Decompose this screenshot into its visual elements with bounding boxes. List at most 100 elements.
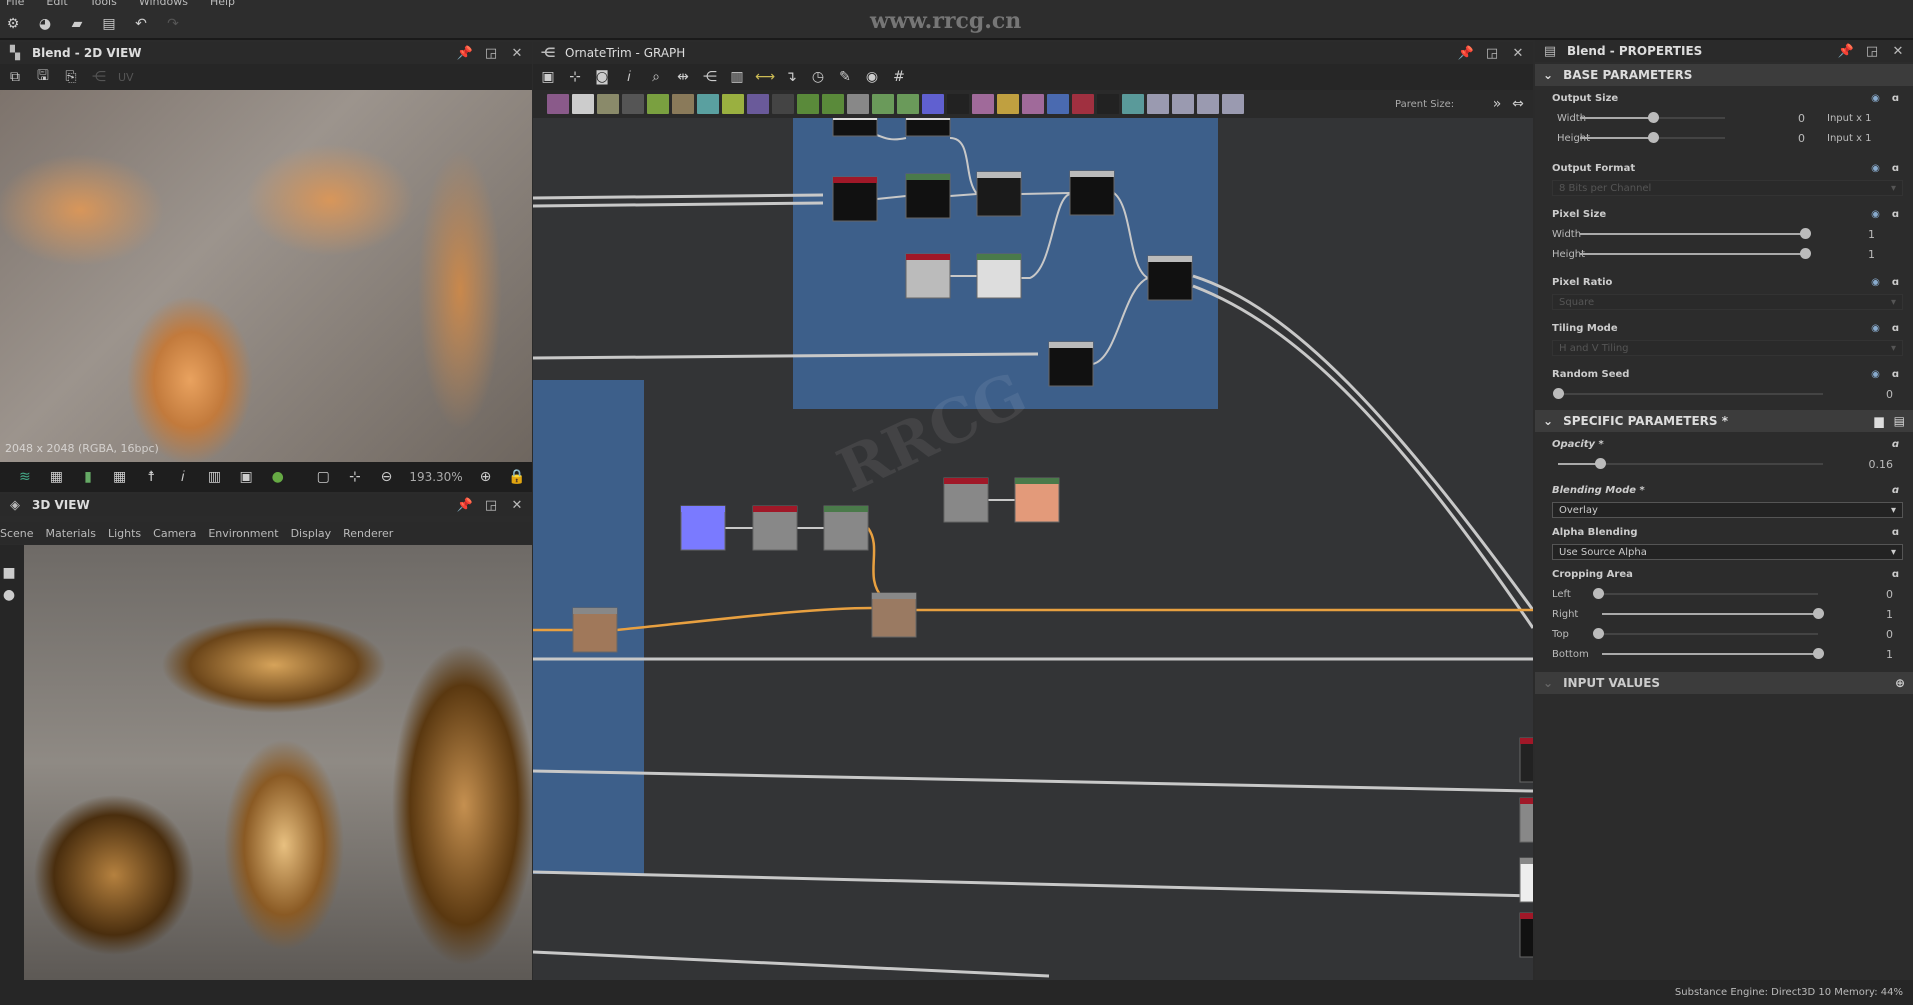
pin-icon[interactable]: 📌	[1837, 44, 1855, 59]
graph-node[interactable]	[1519, 912, 1533, 958]
new-substance-icon[interactable]: ⚙	[4, 16, 22, 32]
reset-view-icon[interactable]: ⊹	[566, 69, 584, 85]
pixel-width-value[interactable]: 1	[1805, 228, 1875, 241]
node-library-button[interactable]	[947, 94, 969, 114]
node-library-button[interactable]	[647, 94, 669, 114]
graph-node[interactable]	[943, 477, 989, 523]
graph-node[interactable]	[680, 505, 726, 551]
screenshot-icon[interactable]: ◙	[593, 69, 611, 85]
layout-icon[interactable]: ▥	[728, 69, 746, 85]
zoom-level[interactable]: 193.30%	[409, 470, 462, 484]
add-icon[interactable]: ⊕	[1895, 676, 1905, 690]
menu-file[interactable]: File	[6, 0, 24, 10]
graph-node[interactable]	[871, 592, 917, 638]
preset-icon[interactable]: ▆	[1874, 414, 1883, 428]
zoom-out-icon[interactable]: ⊖	[378, 469, 396, 485]
function-icon[interactable]: ɑ	[1892, 439, 1899, 450]
function-icon[interactable]: ɑ	[1892, 369, 1899, 380]
pixel-width-slider[interactable]	[1580, 228, 1811, 239]
node-library-button[interactable]	[1197, 94, 1219, 114]
node-library-button[interactable]	[872, 94, 894, 114]
lock-icon[interactable]: 🔒	[508, 469, 526, 485]
tools-icon[interactable]: ✎	[836, 69, 854, 85]
node-library-button[interactable]	[772, 94, 794, 114]
crop-right-value[interactable]: 1	[1818, 608, 1893, 621]
expand-icon[interactable]: »	[1488, 96, 1506, 112]
alpha-blending-dropdown[interactable]: Use Source Alpha ▾	[1552, 544, 1903, 560]
inheritance-icon[interactable]: ◉	[1871, 93, 1880, 104]
base-parameters-section[interactable]: ⌄ BASE PARAMETERS	[1535, 64, 1913, 86]
node-library-button[interactable]	[1122, 94, 1144, 114]
node-library-button[interactable]	[697, 94, 719, 114]
graph-node[interactable]	[752, 505, 798, 551]
node-library-button[interactable]	[922, 94, 944, 114]
node-library-button[interactable]	[997, 94, 1019, 114]
search-icon[interactable]: ⌕	[647, 69, 665, 85]
view3d-canvas[interactable]	[24, 545, 532, 980]
graph-node[interactable]	[905, 173, 951, 219]
pin-icon[interactable]: 📌	[456, 46, 474, 61]
crop-right-slider[interactable]	[1602, 608, 1824, 619]
menu-windows[interactable]: Windows	[139, 0, 188, 10]
graph-node[interactable]	[1519, 857, 1533, 903]
info-icon[interactable]: 𝑖	[620, 69, 638, 85]
new-package-icon[interactable]: ◕	[36, 16, 54, 32]
node-library-button[interactable]	[972, 94, 994, 114]
link-nodes-icon[interactable]: ⇔	[1509, 96, 1527, 112]
menu-camera[interactable]: Camera	[153, 527, 196, 540]
close-icon[interactable]: ✕	[508, 46, 526, 61]
menu-renderer[interactable]: Renderer	[343, 527, 393, 540]
function-icon[interactable]: ɑ	[1892, 485, 1899, 496]
float-icon[interactable]: ◲	[482, 46, 500, 61]
view2d-canvas[interactable]: 2048 x 2048 (RGBA, 16bpc)	[0, 90, 532, 462]
function-icon[interactable]: ɑ	[1892, 93, 1899, 104]
node-library-button[interactable]	[1147, 94, 1169, 114]
graph-node[interactable]	[1048, 341, 1094, 387]
node-library-button[interactable]	[572, 94, 594, 114]
zoom-in-icon[interactable]: ⊕	[477, 469, 495, 485]
crop-left-value[interactable]: 0	[1818, 588, 1893, 601]
display-icon[interactable]: ▣	[237, 469, 255, 485]
export-icon[interactable]: ⎘	[62, 69, 80, 85]
function-icon[interactable]: ɑ	[1892, 323, 1899, 334]
tree-icon[interactable]: ⋲	[701, 69, 719, 85]
pixel-ratio-dropdown[interactable]: Square ▾	[1552, 294, 1903, 310]
menu-tools[interactable]: Tools	[90, 0, 117, 10]
color-icon[interactable]: ●	[269, 469, 287, 485]
float-icon[interactable]: ◲	[482, 498, 500, 513]
tiling-mode-dropdown[interactable]: H and V Tiling ▾	[1552, 340, 1903, 356]
redo-icon[interactable]: ↷	[164, 16, 182, 32]
input-values-section[interactable]: ⌄ INPUT VALUES ⊕	[1535, 672, 1913, 694]
graph-node[interactable]	[823, 505, 869, 551]
node-library-button[interactable]	[897, 94, 919, 114]
node-library-button[interactable]	[597, 94, 619, 114]
fit-icon[interactable]: ▢	[314, 469, 332, 485]
node-library-button[interactable]	[847, 94, 869, 114]
pin-icon[interactable]: 📌	[456, 498, 474, 513]
node-library-button[interactable]	[547, 94, 569, 114]
menu-lights[interactable]: Lights	[108, 527, 141, 540]
reset-zoom-icon[interactable]: ⊹	[346, 469, 364, 485]
connector-icon[interactable]: ↴	[782, 69, 800, 85]
node-library-button[interactable]	[1097, 94, 1119, 114]
node-library-button[interactable]	[622, 94, 644, 114]
share-icon[interactable]: ⋲	[90, 69, 108, 85]
pixel-height-value[interactable]: 1	[1805, 248, 1875, 261]
node-library-button[interactable]	[797, 94, 819, 114]
info-icon[interactable]: 𝑖	[174, 469, 192, 485]
crop-top-value[interactable]: 0	[1818, 628, 1893, 641]
close-icon[interactable]: ✕	[1889, 44, 1907, 59]
graph-node[interactable]	[976, 253, 1022, 299]
open-folder-icon[interactable]: ▰	[68, 16, 86, 32]
save-icon[interactable]: 🖫	[34, 65, 52, 89]
crop-bottom-value[interactable]: 1	[1818, 648, 1893, 661]
alpha-icon[interactable]: ▦	[48, 469, 66, 485]
menu-display[interactable]: Display	[291, 527, 332, 540]
graph-node[interactable]	[905, 118, 951, 137]
graph-node[interactable]	[1519, 797, 1533, 843]
function-icon[interactable]: ɑ	[1892, 163, 1899, 174]
float-icon[interactable]: ◲	[1863, 44, 1881, 59]
inheritance-icon[interactable]: ◉	[1871, 277, 1880, 288]
node-library-button[interactable]	[747, 94, 769, 114]
node-library-button[interactable]	[1022, 94, 1044, 114]
